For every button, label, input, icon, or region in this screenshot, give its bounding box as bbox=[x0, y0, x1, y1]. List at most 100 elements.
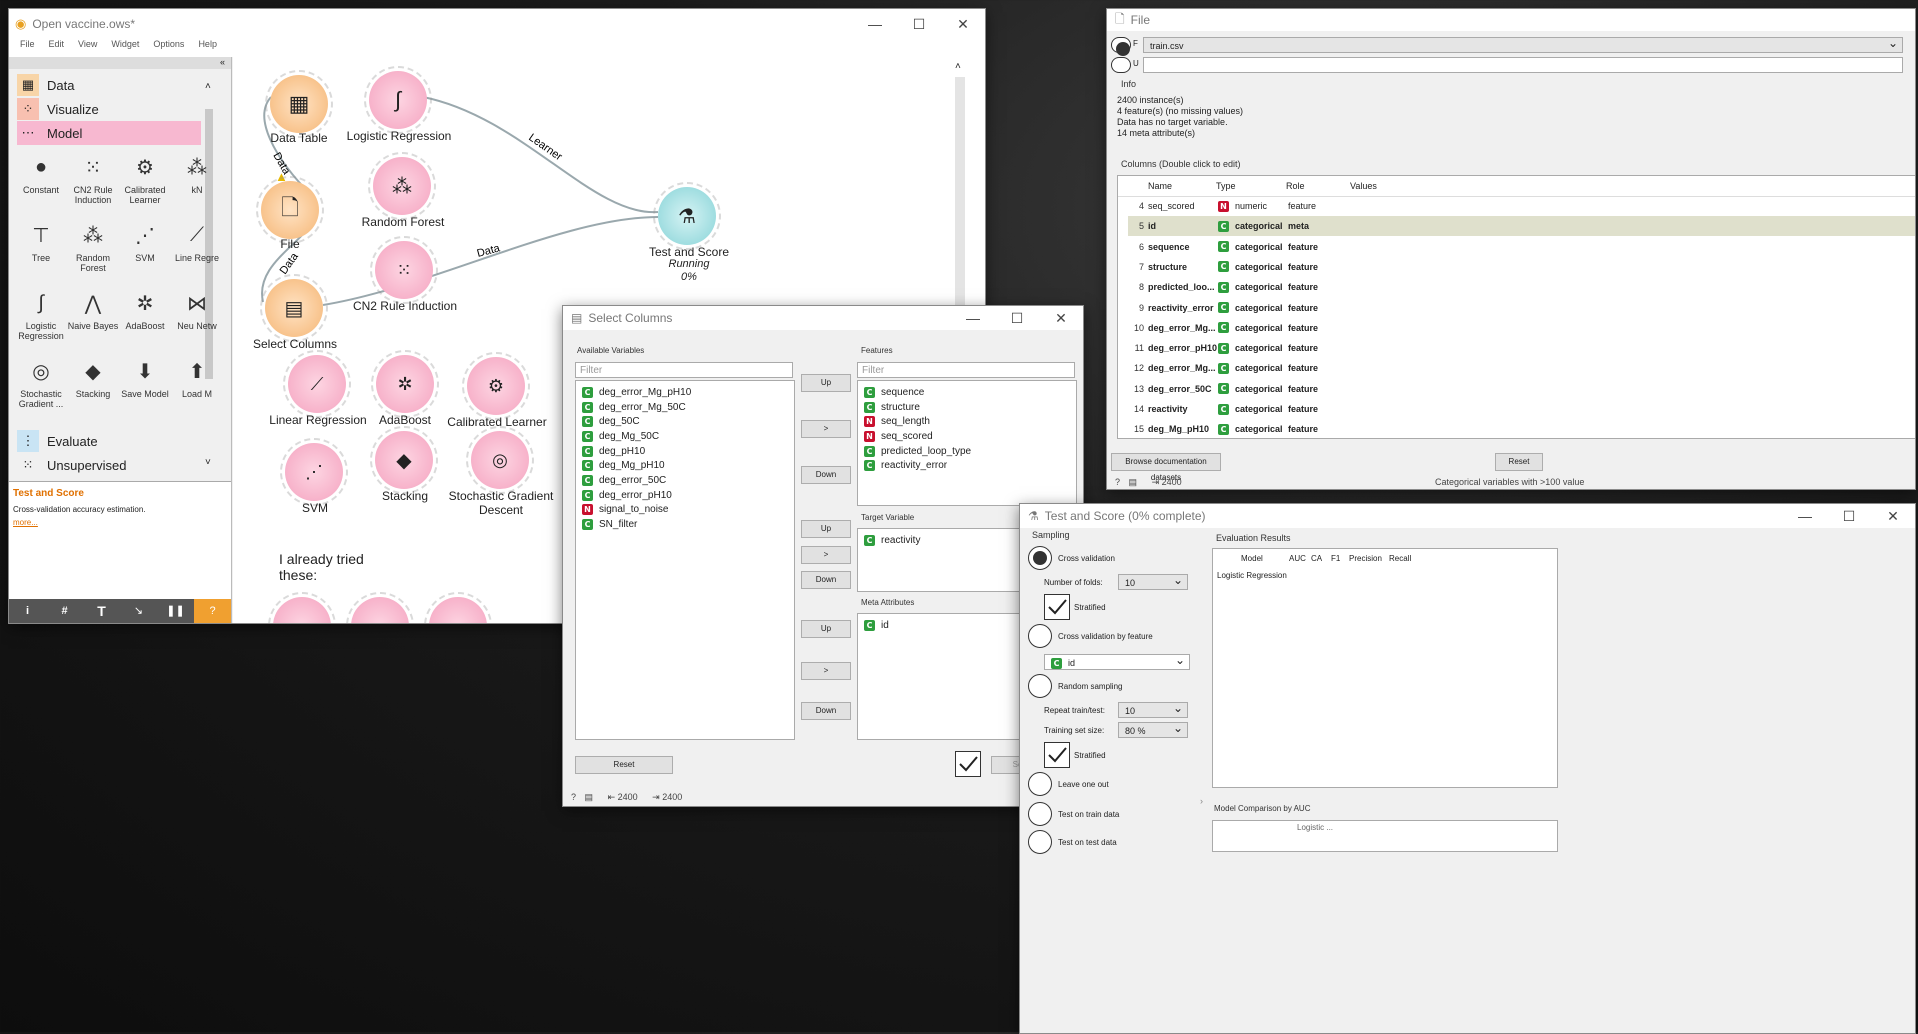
columns-table-row[interactable]: 15 deg_Mg_pH10 Ccategorical feature bbox=[1128, 419, 1915, 439]
widget-constant[interactable]: ● Constant bbox=[15, 149, 67, 196]
splitter-handle[interactable]: › bbox=[1200, 796, 1203, 806]
node-test-and-score[interactable]: ⚗ bbox=[653, 182, 721, 250]
canvas-scroll-up[interactable]: ˄ bbox=[955, 61, 961, 72]
category-evaluate[interactable]: ⋮ Evaluate bbox=[17, 429, 201, 453]
node-partial-1[interactable] bbox=[268, 592, 336, 623]
variable-item[interactable]: Nseq_scored bbox=[858, 429, 1076, 444]
widget-linear[interactable]: ⟋ Line Regre bbox=[171, 217, 223, 264]
widget-neural[interactable]: ⋈ Neu Netw bbox=[171, 285, 223, 332]
menu-widget[interactable]: Widget bbox=[104, 39, 146, 57]
columns-table[interactable]: Name Type Role Values 4 seq_scored Nnumeri… bbox=[1117, 175, 1915, 439]
node-random-forest[interactable]: ⁂ bbox=[368, 152, 436, 220]
columns-table-row[interactable]: 6 sequence Ccategorical feature bbox=[1128, 237, 1915, 257]
info-icon[interactable]: i bbox=[9, 599, 46, 623]
variable-item[interactable]: Nsignal_to_noise bbox=[576, 503, 794, 518]
widget-random-forest[interactable]: ⁂ Random Forest bbox=[67, 217, 119, 274]
target-move-button[interactable]: > bbox=[801, 546, 851, 564]
close-icon[interactable]: ✕ bbox=[941, 16, 985, 33]
header-name[interactable]: Name bbox=[1148, 181, 1216, 191]
variable-item[interactable]: Cdeg_Mg_pH10 bbox=[576, 458, 794, 473]
row-type[interactable]: Ccategorical bbox=[1218, 383, 1288, 395]
train-size-combo[interactable]: 80 % bbox=[1118, 720, 1188, 738]
target-up-button[interactable]: Up bbox=[801, 520, 851, 538]
row-type[interactable]: Ccategorical bbox=[1218, 220, 1288, 232]
variable-item[interactable]: Cdeg_error_Mg_pH10 bbox=[576, 385, 794, 400]
variable-item[interactable]: Nseq_length bbox=[858, 414, 1076, 429]
node-stacking[interactable]: ◆ bbox=[370, 426, 438, 494]
variable-item[interactable]: Cdeg_pH10 bbox=[576, 444, 794, 459]
select-doc-icon[interactable]: ▤ bbox=[585, 792, 594, 802]
row-role[interactable]: meta bbox=[1288, 221, 1348, 231]
variable-item[interactable]: Cdeg_error_pH10 bbox=[576, 488, 794, 503]
arrow-icon[interactable]: ↘ bbox=[120, 599, 157, 623]
dock-scroll-down[interactable]: ˅ bbox=[205, 457, 211, 468]
widget-sgd[interactable]: ◎ Stochastic Gradient ... bbox=[15, 353, 67, 410]
node-partial-3[interactable] bbox=[424, 592, 492, 623]
grid-icon[interactable]: # bbox=[46, 599, 83, 623]
widget-knn[interactable]: ⁂ kN bbox=[171, 149, 223, 196]
features-down-button[interactable]: Down bbox=[801, 466, 851, 484]
variable-item[interactable]: Cdeg_error_Mg_50C bbox=[576, 400, 794, 415]
columns-table-row[interactable]: 13 deg_error_50C Ccategorical feature bbox=[1128, 379, 1915, 399]
test-maximize-icon[interactable]: ☐ bbox=[1827, 508, 1871, 525]
menu-help[interactable]: Help bbox=[191, 39, 224, 57]
category-visualize[interactable]: ⁘ Visualize bbox=[17, 97, 201, 121]
widget-tree[interactable]: ⊤ Tree bbox=[15, 217, 67, 264]
select-help-icon[interactable]: ? bbox=[571, 792, 576, 802]
minimize-icon[interactable]: — bbox=[853, 16, 897, 32]
meta-move-button[interactable]: > bbox=[801, 662, 851, 680]
category-data[interactable]: ▦ Data bbox=[17, 73, 201, 97]
compare-header[interactable]: Logistic ... bbox=[1297, 821, 1557, 832]
category-unsupervised[interactable]: ⁙ Unsupervised bbox=[17, 453, 201, 477]
node-calibrated-learner[interactable]: ⚙ bbox=[462, 352, 530, 420]
widget-naive-bayes[interactable]: ⋀ Naive Bayes bbox=[67, 285, 119, 332]
loo-radio[interactable] bbox=[1028, 772, 1052, 796]
row-type[interactable]: Ccategorical bbox=[1218, 261, 1288, 273]
columns-table-row[interactable]: 11 deg_error_pH10 Ccategorical feature bbox=[1128, 338, 1915, 358]
variable-item[interactable]: Cdeg_error_50C bbox=[576, 473, 794, 488]
cv-radio[interactable] bbox=[1028, 546, 1052, 570]
features-up-button[interactable]: Up bbox=[801, 374, 851, 392]
row-type[interactable]: Ccategorical bbox=[1218, 362, 1288, 374]
widget-svm[interactable]: ⋰ SVM bbox=[119, 217, 171, 264]
row-role[interactable]: feature bbox=[1288, 424, 1348, 434]
select-minimize-icon[interactable]: — bbox=[951, 310, 995, 326]
node-sgd[interactable]: ◎ bbox=[466, 426, 534, 494]
help-icon[interactable]: ? bbox=[194, 599, 231, 623]
menu-file[interactable]: File bbox=[13, 39, 42, 57]
row-role[interactable]: feature bbox=[1288, 262, 1348, 272]
menu-view[interactable]: View bbox=[71, 39, 104, 57]
row-type[interactable]: Ccategorical bbox=[1218, 281, 1288, 293]
variable-item[interactable]: Cdeg_50C bbox=[576, 414, 794, 429]
cv-feature-radio[interactable] bbox=[1028, 624, 1052, 648]
row-role[interactable]: feature bbox=[1288, 363, 1348, 373]
help-more-link[interactable]: more... bbox=[13, 518, 227, 527]
meta-down-button[interactable]: Down bbox=[801, 702, 851, 720]
eval-col-recall[interactable]: Recall bbox=[1389, 554, 1411, 563]
widget-calibrated[interactable]: ⚙ Calibrated Learner bbox=[119, 149, 171, 206]
node-linear-regression[interactable]: ⟋ bbox=[283, 350, 351, 418]
test-data-radio[interactable] bbox=[1028, 830, 1052, 854]
columns-table-row[interactable]: 7 structure Ccategorical feature bbox=[1128, 257, 1915, 277]
row-role[interactable]: feature bbox=[1288, 282, 1348, 292]
meta-up-button[interactable]: Up bbox=[801, 620, 851, 638]
menu-options[interactable]: Options bbox=[146, 39, 191, 57]
row-role[interactable]: feature bbox=[1288, 303, 1348, 313]
auto-send-checkbox[interactable] bbox=[955, 751, 981, 777]
available-list[interactable]: Cdeg_error_Mg_pH10 Cdeg_error_Mg_50C Cdeg_… bbox=[575, 380, 795, 740]
node-partial-2[interactable] bbox=[346, 592, 414, 623]
columns-table-row[interactable]: 4 seq_scored Nnumeric feature bbox=[1128, 196, 1915, 216]
menu-edit[interactable]: Edit bbox=[42, 39, 72, 57]
row-type[interactable]: Ccategorical bbox=[1218, 342, 1288, 354]
test-close-icon[interactable]: ✕ bbox=[1871, 508, 1915, 525]
widget-save-model[interactable]: ⬇ Save Model bbox=[119, 353, 171, 400]
link-logistic-test[interactable] bbox=[422, 96, 659, 214]
widget-logistic[interactable]: ∫ Logistic Regression bbox=[15, 285, 67, 342]
row-type[interactable]: Ccategorical bbox=[1218, 302, 1288, 313]
url-input[interactable] bbox=[1143, 57, 1903, 73]
folds-combo[interactable]: 10 bbox=[1118, 572, 1188, 590]
repeat-combo[interactable]: 10 bbox=[1118, 700, 1188, 718]
file-source-radio[interactable] bbox=[1111, 37, 1131, 56]
widget-load-model[interactable]: ⬆ Load M bbox=[171, 353, 223, 400]
node-adaboost[interactable]: ✲ bbox=[371, 350, 439, 418]
